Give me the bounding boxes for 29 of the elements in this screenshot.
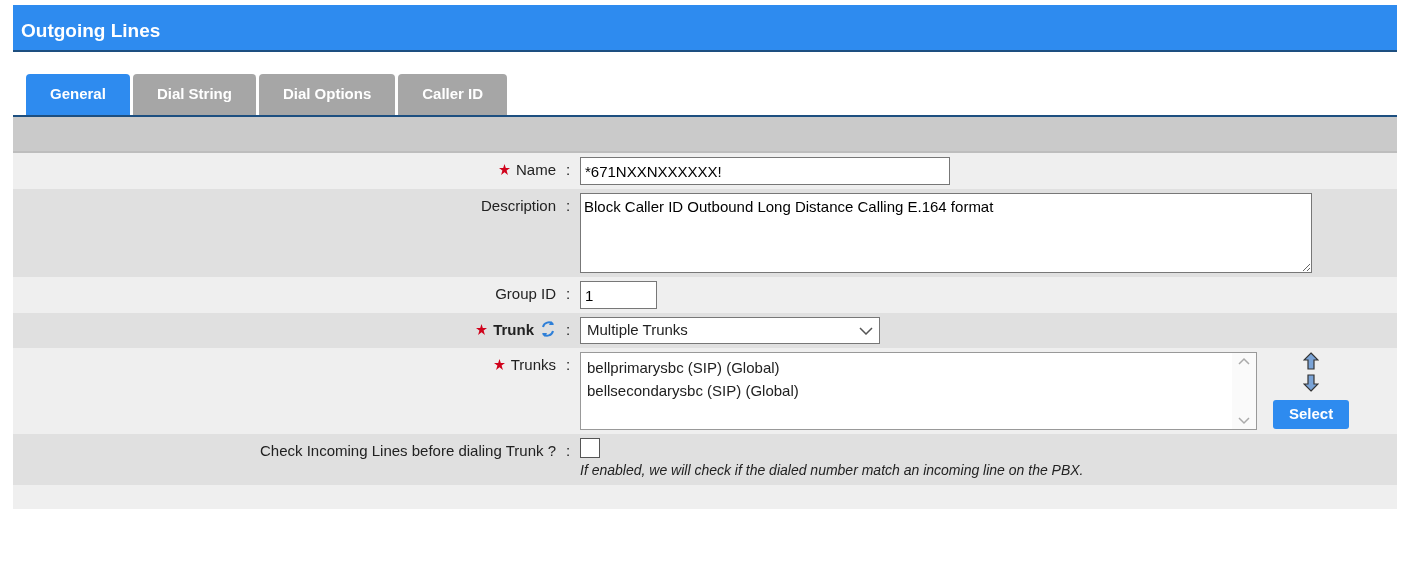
scroll-up-icon bbox=[1238, 357, 1250, 365]
field-label: Trunks bbox=[510, 355, 556, 375]
page-title: Outgoing Lines bbox=[13, 5, 1397, 52]
trunks-listbox[interactable]: bellprimarysbc (SIP) (Global) bellsecondarysbc (SIP) (Global) bbox=[580, 352, 1257, 430]
scrollbar[interactable] bbox=[1232, 353, 1256, 429]
hint-text: If enabled, we will check if the dialed number match an incoming line on the PBX. bbox=[580, 461, 1084, 480]
field-label: Trunk bbox=[493, 320, 534, 340]
refresh-icon[interactable] bbox=[540, 319, 556, 339]
colon-separator: : bbox=[565, 356, 571, 373]
colon-separator: : bbox=[565, 321, 571, 338]
colon-separator: : bbox=[565, 197, 571, 214]
trunk-dropdown[interactable]: Multiple Trunks bbox=[580, 317, 880, 344]
scroll-down-icon bbox=[1238, 417, 1250, 425]
field-label: Check Incoming Lines before dialing Trunk ? bbox=[260, 441, 556, 461]
colon-separator: : bbox=[565, 161, 571, 178]
field-label: Description bbox=[480, 196, 556, 216]
list-option[interactable]: bellsecondarysbc (SIP) (Global) bbox=[587, 379, 1226, 402]
field-label: Name bbox=[516, 160, 556, 180]
chevron-down-icon bbox=[859, 326, 873, 335]
move-up-icon[interactable] bbox=[1303, 352, 1320, 370]
name-field[interactable]: *671NXXNXXXXXX! bbox=[580, 157, 950, 185]
field-label: Group ID bbox=[495, 284, 556, 304]
colon-separator: : bbox=[565, 442, 571, 459]
colon-separator: : bbox=[565, 285, 571, 302]
group-id-field[interactable]: 1 bbox=[580, 281, 657, 309]
checkbox[interactable] bbox=[580, 438, 600, 458]
description-field[interactable]: Block Caller ID Outbound Long Distance Calling E.164 format bbox=[580, 193, 1312, 273]
list-option[interactable]: bellprimarysbc (SIP) (Global) bbox=[587, 357, 1226, 380]
move-down-icon[interactable] bbox=[1303, 374, 1320, 392]
